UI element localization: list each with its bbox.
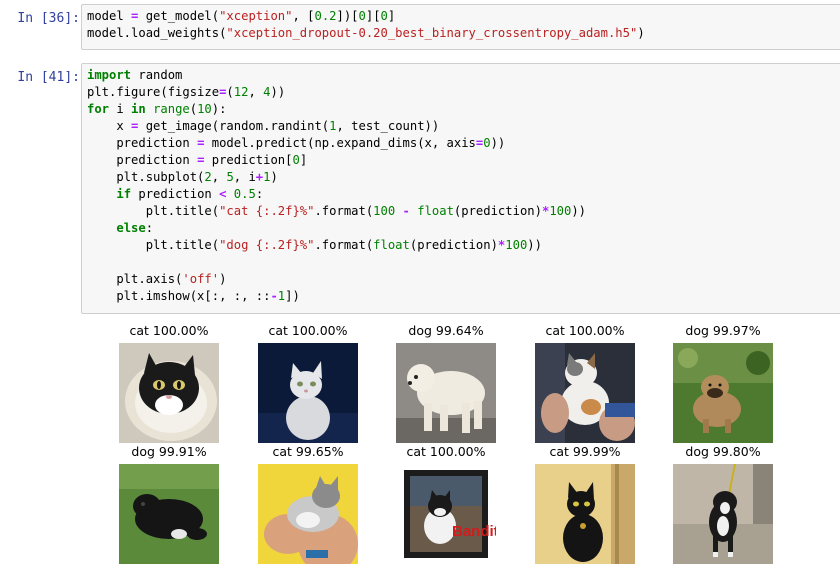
code-line: plt.title("dog {:.2f}%".format(float(pre… bbox=[87, 238, 542, 252]
subplot-title: dog 99.64% bbox=[408, 323, 484, 338]
black-white-dog-standing-image bbox=[673, 464, 773, 564]
subplot-title: cat 100.00% bbox=[406, 444, 486, 459]
black-cat-yellow-wall-image bbox=[535, 464, 635, 564]
cell-output: cat 100.00% cat 100.00% dog 99.64% cat 1… bbox=[110, 318, 840, 583]
cell-prompt-1: In [36]: bbox=[17, 11, 80, 26]
subplot-title: dog 99.97% bbox=[685, 323, 761, 338]
bandit-text: Bandit bbox=[452, 523, 496, 540]
code-line: plt.title("cat {:.2f}%".format(100 - flo… bbox=[87, 204, 587, 218]
pug-dog-on-grass-image bbox=[673, 343, 773, 443]
code-area-1[interactable]: model = get_model("xception", [0.2])[0][… bbox=[82, 5, 840, 42]
code-line: x = get_image(random.randint(1, test_cou… bbox=[87, 119, 440, 133]
grey-kitten-held-image bbox=[258, 464, 358, 564]
white-fluffy-dog-image bbox=[396, 343, 496, 443]
code-area-2[interactable]: import random plt.figure(figsize=(12, 4))… bbox=[82, 64, 840, 305]
subplot-title: dog 99.80% bbox=[685, 444, 761, 459]
subplot-title: dog 99.91% bbox=[131, 444, 207, 459]
code-line: prediction = prediction[0] bbox=[87, 153, 308, 167]
bandit-cat-framed-image: Bandit bbox=[396, 464, 496, 564]
code-line: prediction = model.predict(np.expand_dim… bbox=[87, 136, 506, 150]
code-cell-2[interactable]: import random plt.figure(figsize=(12, 4))… bbox=[81, 63, 840, 314]
black-white-cat-in-bowl-image bbox=[119, 343, 219, 443]
code-line: ​ bbox=[87, 254, 840, 271]
code-line: model.load_weights("xception_dropout-0.2… bbox=[87, 26, 645, 40]
cell-prompt-2: In [41]: bbox=[17, 70, 80, 85]
calico-kitten-held-image bbox=[535, 343, 635, 443]
code-line: plt.imshow(x[:, :, ::-1]) bbox=[87, 289, 300, 303]
white-cat-on-blue-image bbox=[258, 343, 358, 443]
subplot-title: cat 100.00% bbox=[268, 323, 348, 338]
code-line: plt.axis('off') bbox=[87, 272, 227, 286]
code-line: model = get_model("xception", [0.2])[0][… bbox=[87, 9, 396, 23]
black-puppy-on-grass-image bbox=[119, 464, 219, 564]
code-line: if prediction < 0.5: bbox=[116, 187, 264, 201]
code-line: else: bbox=[116, 221, 154, 235]
subplot-title: cat 99.65% bbox=[272, 444, 344, 459]
subplot-title: cat 100.00% bbox=[129, 323, 209, 338]
code-line: for i in range(10): bbox=[87, 102, 227, 116]
code-line: plt.figure(figsize=(12, 4)) bbox=[87, 85, 286, 99]
subplot-title: cat 99.99% bbox=[549, 444, 621, 459]
code-line: import random bbox=[87, 68, 183, 82]
subplot-title: cat 100.00% bbox=[545, 323, 625, 338]
code-cell-1[interactable]: model = get_model("xception", [0.2])[0][… bbox=[81, 4, 840, 50]
code-line: plt.subplot(2, 5, i+1) bbox=[87, 170, 278, 184]
